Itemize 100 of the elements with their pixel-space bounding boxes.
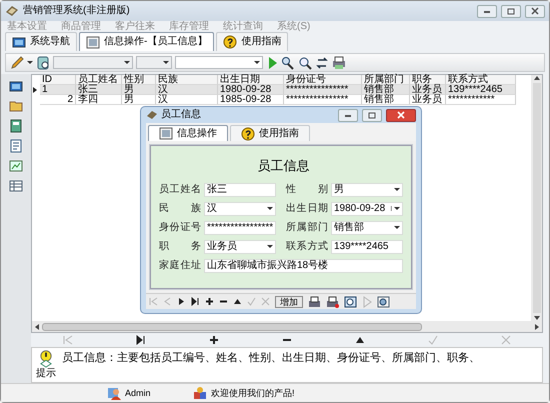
next-icon[interactable] bbox=[177, 297, 186, 306]
help-icon bbox=[241, 126, 255, 140]
check-icon[interactable] bbox=[247, 297, 256, 306]
date-field[interactable]: 1980-09-28 bbox=[331, 202, 403, 216]
row-pointer-icon bbox=[32, 86, 38, 94]
caret-icon bbox=[163, 61, 169, 64]
minimize-icon bbox=[344, 112, 352, 118]
minimize-button[interactable] bbox=[477, 4, 497, 18]
column-header[interactable]: 所属部门 bbox=[362, 75, 410, 85]
field-label: 家庭住址 bbox=[159, 260, 201, 272]
table-cell: 张三 bbox=[78, 84, 98, 95]
hint-text: 员工信息：主要包括员工编号、姓名、性别、出生日期、身份证号、所属部门、职务、 bbox=[62, 350, 480, 366]
horizontal-scrollbar[interactable] bbox=[32, 321, 542, 332]
last-record-icon[interactable] bbox=[191, 297, 200, 306]
table-cell: ************ bbox=[448, 94, 495, 105]
tab[interactable]: 使用指南 bbox=[230, 125, 310, 141]
find-icon[interactable] bbox=[281, 56, 295, 70]
last-record-icon[interactable] bbox=[136, 335, 146, 346]
column-header[interactable]: 民族 bbox=[156, 75, 218, 85]
field-label: 性 别 bbox=[286, 184, 328, 196]
field-label: 身份证号 bbox=[159, 222, 201, 234]
tab[interactable]: 信息操作 bbox=[148, 125, 228, 141]
search-icon[interactable] bbox=[377, 296, 390, 308]
tab[interactable]: 系统导航 bbox=[5, 32, 77, 51]
input-field[interactable]: 139****2465 bbox=[331, 240, 403, 254]
print-preview-icon[interactable] bbox=[326, 296, 339, 308]
book-icon[interactable] bbox=[9, 119, 23, 133]
caret-icon bbox=[394, 188, 400, 192]
field-label: 出生日期 bbox=[286, 202, 328, 215]
field-label: 联系方式 bbox=[286, 240, 328, 253]
printer-icon[interactable] bbox=[332, 56, 346, 70]
vertical-scrollbar[interactable] bbox=[531, 75, 542, 322]
close-button[interactable] bbox=[386, 108, 416, 122]
table-cell: 业务员 bbox=[412, 84, 442, 95]
table-cell: 男 bbox=[124, 94, 134, 105]
scroll-left-icon bbox=[34, 322, 40, 331]
table-icon[interactable] bbox=[9, 179, 23, 193]
print-icon[interactable] bbox=[308, 296, 321, 308]
column-header[interactable]: 身份证号 bbox=[284, 75, 362, 85]
folder-icon[interactable] bbox=[9, 99, 23, 113]
column-header[interactable]: ID bbox=[40, 75, 76, 85]
blocks-icon bbox=[193, 386, 207, 400]
search-icon[interactable] bbox=[298, 56, 312, 70]
maximize-button[interactable] bbox=[501, 4, 521, 18]
input-field[interactable]: 张三 bbox=[204, 182, 276, 197]
combo-box[interactable] bbox=[136, 56, 172, 69]
up-icon[interactable] bbox=[233, 297, 242, 306]
field-label: 职 务 bbox=[159, 240, 201, 253]
hint-label: 提示 bbox=[36, 368, 56, 380]
select-field[interactable]: 销售部 bbox=[331, 220, 403, 235]
input-field[interactable]: 山东省聊城市振兴路18号楼 bbox=[204, 258, 403, 273]
app-icon bbox=[5, 4, 19, 18]
window-title: 营销管理系统(非注册版) bbox=[23, 5, 130, 17]
maximize-button[interactable] bbox=[362, 108, 382, 122]
zoom-icon[interactable] bbox=[344, 296, 357, 308]
column-header[interactable]: 性别 bbox=[122, 75, 156, 85]
select-field[interactable]: 男 bbox=[331, 182, 403, 197]
monitor-icon[interactable] bbox=[9, 80, 23, 93]
dialog-title: 员工信息 bbox=[161, 109, 201, 121]
close-button[interactable] bbox=[525, 4, 545, 18]
column-header[interactable]: 职务 bbox=[410, 75, 446, 85]
table-cell: 1985-09-28 bbox=[220, 94, 272, 105]
monitor-icon bbox=[12, 36, 26, 48]
caret-icon[interactable] bbox=[27, 61, 33, 64]
tab[interactable]: 信息操作-【员工信息】 bbox=[79, 32, 214, 51]
minimize-button[interactable] bbox=[338, 108, 358, 122]
maximize-icon bbox=[368, 112, 376, 118]
status-text: Admin bbox=[125, 388, 151, 398]
column-header[interactable]: 出生日期 bbox=[218, 75, 284, 85]
scroll-right-icon bbox=[534, 322, 540, 331]
scroll-up-icon bbox=[532, 75, 540, 81]
table-cell: 汉 bbox=[158, 94, 168, 105]
table-cell: 汉 bbox=[158, 84, 168, 95]
select-field[interactable]: 汉 bbox=[204, 202, 276, 216]
table-row[interactable]: 1 张三 男 汉 1980-09-28 **************** 销售部 业务员 139****2465 bbox=[32, 85, 531, 95]
input-field[interactable]: ***************** bbox=[204, 220, 276, 235]
add-icon[interactable] bbox=[208, 335, 219, 346]
column-header[interactable]: 联系方式 bbox=[446, 75, 516, 85]
form-heading: 员工信息 bbox=[256, 158, 310, 174]
user-icon bbox=[107, 386, 121, 400]
field-label: 民 族 bbox=[159, 202, 201, 215]
add-button[interactable]: 增加 bbox=[275, 296, 303, 308]
form-icon bbox=[86, 36, 100, 48]
table-cell: **************** bbox=[286, 94, 348, 105]
document-icon[interactable] bbox=[9, 139, 23, 153]
maximize-icon bbox=[507, 8, 515, 14]
add-icon[interactable] bbox=[205, 297, 214, 306]
refresh-icon[interactable] bbox=[315, 56, 329, 70]
select-field[interactable]: 业务员 bbox=[204, 240, 276, 254]
tab[interactable]: 使用指南 bbox=[216, 32, 288, 51]
chart-icon[interactable] bbox=[9, 159, 23, 173]
table-row[interactable]: 2 李四 男 汉 1985-09-28 **************** 销售部 业务员 ************ bbox=[32, 95, 531, 105]
check-icon[interactable] bbox=[428, 335, 438, 346]
table-cell: 销售部 bbox=[364, 94, 394, 105]
table-cell: 139****2465 bbox=[448, 84, 502, 95]
field-label: 所属部门 bbox=[286, 222, 328, 234]
column-header[interactable]: 员工姓名 bbox=[76, 75, 122, 85]
table-cell: **************** bbox=[286, 84, 348, 95]
lightbulb-icon bbox=[37, 350, 55, 368]
caret-icon bbox=[267, 207, 273, 210]
